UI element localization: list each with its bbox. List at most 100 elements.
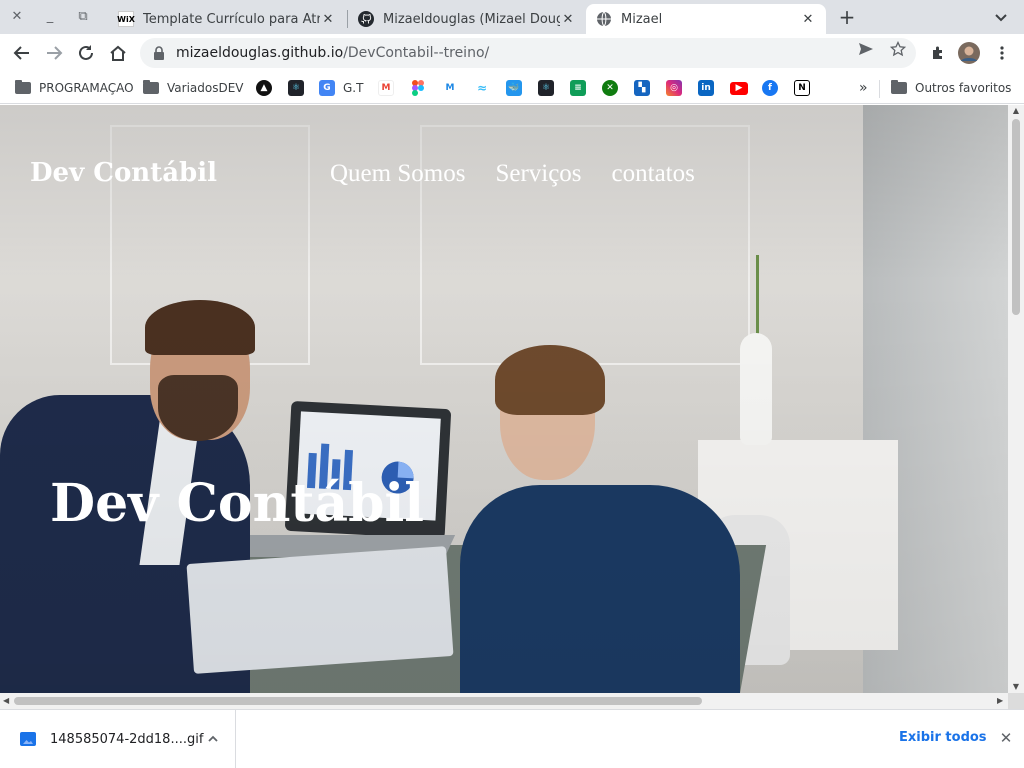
- kebab-menu-icon: [1000, 46, 1004, 60]
- star-icon: [890, 41, 906, 57]
- scroll-down-arrow-icon[interactable]: ▼: [1012, 683, 1020, 691]
- window-minimize-button[interactable]: _: [41, 8, 59, 26]
- bookmark-react-2[interactable]: ⚛: [538, 78, 554, 98]
- bookmark-vercel[interactable]: ▲: [256, 78, 272, 98]
- chevron-up-icon[interactable]: [206, 731, 220, 745]
- vertical-scroll-thumb[interactable]: [1012, 119, 1020, 315]
- browser-toolbar: mizaeldouglas.github.io/DevContabil--tre…: [0, 34, 1024, 72]
- home-icon: [110, 45, 126, 61]
- avatar: [958, 42, 980, 64]
- tab-title: Mizael: [621, 11, 663, 27]
- send-icon: [859, 43, 873, 55]
- wix-icon: WiX: [117, 11, 135, 27]
- profile-avatar-button[interactable]: [958, 42, 980, 64]
- bookmark-figma[interactable]: [410, 78, 426, 98]
- bookmark-folder-outros-favoritos[interactable]: Outros favoritos: [891, 78, 1011, 98]
- bookmark-star-button[interactable]: [889, 40, 907, 58]
- bookmark-folder-variadosdev[interactable]: VariadosDEV: [143, 78, 244, 98]
- back-button[interactable]: [11, 42, 33, 64]
- instagram-icon: ◎: [666, 80, 682, 96]
- window-restore-button[interactable]: ⧉: [74, 8, 92, 26]
- extensions-button[interactable]: [927, 42, 949, 64]
- tab-github[interactable]: Mizaeldouglas (Mizael Douglas ✕: [348, 4, 586, 34]
- bookmark-google-translate[interactable]: G G.T: [319, 78, 363, 98]
- spreadsheet-icon: ≡: [570, 80, 586, 96]
- download-shelf: 148585074-2dd18....gif Exibir todos ✕: [0, 709, 1024, 768]
- tab-title: Mizaeldouglas (Mizael Douglas: [383, 11, 560, 27]
- scrollbar-corner: [1008, 693, 1024, 709]
- bookmark-instagram[interactable]: ◎: [666, 78, 682, 98]
- window-close-button[interactable]: ✕: [8, 8, 26, 26]
- tab-search-chevron-icon[interactable]: [992, 8, 1010, 26]
- site-logo[interactable]: Dev Contábil: [30, 158, 217, 188]
- mui-icon: M: [442, 80, 458, 96]
- forward-arrow-icon: [47, 46, 63, 60]
- tab-close-button[interactable]: ✕: [800, 12, 816, 27]
- stats-icon: ▚: [634, 80, 650, 96]
- nav-link-contatos[interactable]: contatos: [612, 160, 695, 188]
- github-icon: [358, 11, 374, 27]
- docker-icon: 🐳: [506, 80, 522, 96]
- xbox-icon: ✕: [602, 80, 618, 96]
- globe-icon: [596, 11, 612, 27]
- bookmark-youtube[interactable]: ▶: [730, 78, 748, 98]
- gmail-icon: M: [378, 80, 394, 96]
- page-viewport: Dev Contábil Quem Somos Serviços contato…: [0, 105, 1008, 693]
- site-header: Dev Contábil Quem Somos Serviços contato…: [0, 105, 1008, 245]
- bookmark-linkedin[interactable]: in: [698, 78, 714, 98]
- show-all-downloads-link[interactable]: Exibir todos: [899, 730, 987, 745]
- linkedin-icon: in: [698, 80, 714, 96]
- url-host: mizaeldouglas.github.io: [176, 45, 344, 61]
- back-arrow-icon: [13, 46, 29, 60]
- bookmark-stats[interactable]: ▚: [634, 78, 650, 98]
- nav-link-quem-somos[interactable]: Quem Somos: [330, 160, 465, 188]
- folder-icon: [15, 80, 31, 94]
- figma-icon: [410, 80, 426, 96]
- bookmarks-bar: PROGRAMAÇAO VariadosDEV ▲ ⚛ G G.T M M ≈ …: [0, 72, 1024, 104]
- bookmark-gmail[interactable]: M: [378, 78, 394, 98]
- tab-close-button[interactable]: ✕: [320, 12, 336, 27]
- nav-link-servicos[interactable]: Serviços: [495, 160, 581, 188]
- tab-wix-template[interactable]: WiX Template Currículo para Atriz ✕: [108, 4, 346, 34]
- scroll-right-arrow-icon[interactable]: ▶: [997, 697, 1005, 705]
- vertical-scrollbar[interactable]: ▲ ▼: [1008, 105, 1024, 693]
- new-tab-button[interactable]: +: [836, 6, 858, 28]
- address-bar[interactable]: mizaeldouglas.github.io/DevContabil--tre…: [140, 38, 916, 68]
- horizontal-scrollbar[interactable]: ◀ ▶: [0, 693, 1008, 709]
- bookmark-label: PROGRAMAÇAO: [39, 81, 134, 95]
- puzzle-icon: [933, 46, 942, 59]
- browser-menu-button[interactable]: [991, 42, 1013, 64]
- bookmarks-overflow-button[interactable]: »: [859, 78, 868, 98]
- scroll-up-arrow-icon[interactable]: ▲: [1012, 107, 1020, 115]
- bookmark-facebook[interactable]: f: [762, 78, 778, 98]
- bookmark-react[interactable]: ⚛: [288, 78, 304, 98]
- bookmark-spreadsheet[interactable]: ≡: [570, 78, 586, 98]
- tab-close-button[interactable]: ✕: [560, 12, 576, 27]
- bookmark-xbox[interactable]: ✕: [602, 78, 618, 98]
- close-shelf-icon[interactable]: ✕: [998, 730, 1014, 746]
- react-icon: ⚛: [538, 80, 554, 96]
- google-translate-icon: G: [319, 80, 335, 96]
- reload-button[interactable]: [75, 42, 97, 64]
- download-filename: 148585074-2dd18....gif: [50, 731, 204, 747]
- bookmark-tailwind[interactable]: ≈: [474, 78, 490, 98]
- folder-icon: [143, 80, 159, 94]
- horizontal-scroll-thumb[interactable]: [14, 697, 702, 705]
- tab-mizael-active[interactable]: Mizael ✕: [586, 4, 826, 34]
- bookmark-label: VariadosDEV: [167, 81, 244, 95]
- reload-icon: [79, 45, 93, 60]
- bookmark-docker[interactable]: 🐳: [506, 78, 522, 98]
- tailwind-icon: ≈: [474, 80, 490, 96]
- download-item[interactable]: 148585074-2dd18....gif: [0, 710, 236, 768]
- bookmark-mui[interactable]: M: [442, 78, 458, 98]
- bookmark-notion[interactable]: N: [794, 78, 810, 98]
- url-path: /DevContabil--treino/: [343, 45, 490, 61]
- forward-button[interactable]: [43, 42, 65, 64]
- send-tab-button[interactable]: [857, 40, 875, 58]
- vercel-icon: ▲: [256, 80, 272, 96]
- scroll-left-arrow-icon[interactable]: ◀: [3, 697, 11, 705]
- react-icon: ⚛: [288, 80, 304, 96]
- lock-icon: [154, 46, 164, 60]
- bookmark-folder-programacao[interactable]: PROGRAMAÇAO: [15, 78, 134, 98]
- home-button[interactable]: [107, 42, 129, 64]
